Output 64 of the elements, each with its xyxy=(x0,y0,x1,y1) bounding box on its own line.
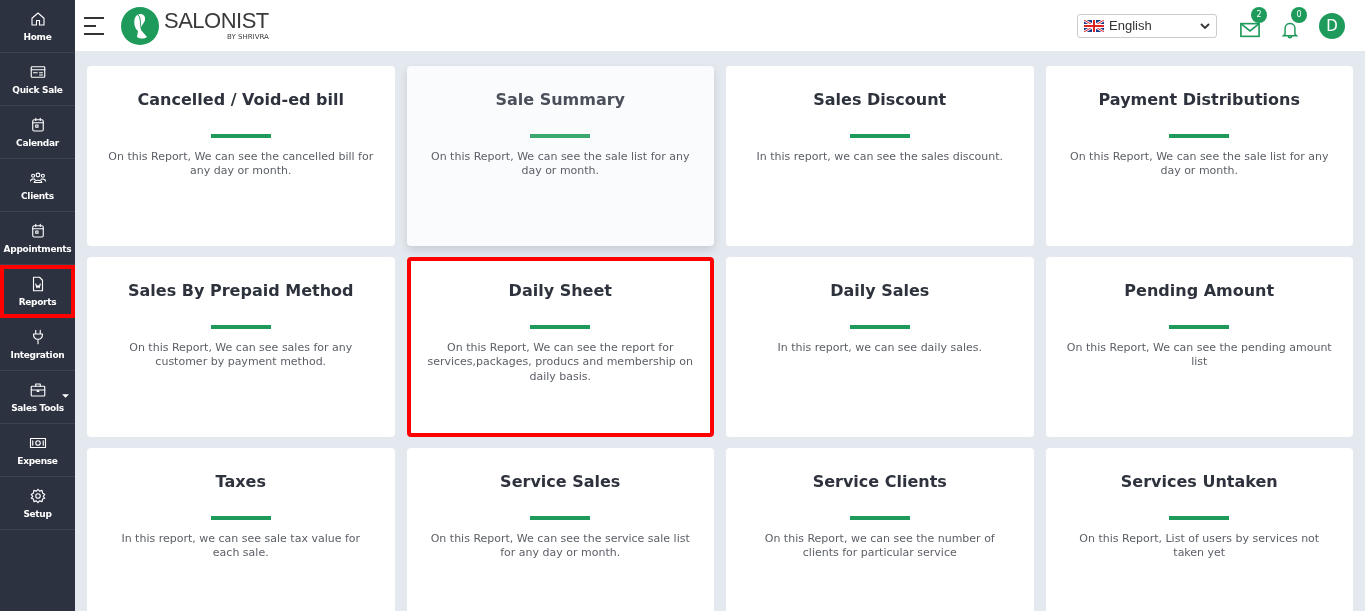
card-description: On this Report, we can see the number of clients for particular service xyxy=(763,532,996,561)
accent-bar xyxy=(210,134,271,138)
report-card[interactable]: Service Clients On this Report, we can see the number of clients for particular service xyxy=(726,448,1034,611)
report-card[interactable]: Cancelled / Void-ed bill On this Report, We can see the cancelled bill for any day or month. xyxy=(87,66,395,246)
accent-bar xyxy=(1169,516,1230,520)
card-title: Daily Sheet xyxy=(508,281,612,300)
report-card[interactable]: Daily Sales In this report, we can see daily sales. xyxy=(726,257,1034,437)
accent-bar xyxy=(210,325,271,329)
report-card[interactable]: Payment Distributions On this Report, We can see the sale list for any day or month. xyxy=(1045,66,1353,246)
report-card[interactable]: Pending Amount On this Report, We can see the pending amount list xyxy=(1045,257,1353,437)
card-description: In this report, we can see daily sales. xyxy=(777,341,982,356)
card-title: Sales By Prepaid Method xyxy=(128,281,354,300)
accent-bar xyxy=(1169,134,1230,138)
card-title: Services Untaken xyxy=(1120,472,1278,491)
report-card[interactable]: Services Untaken On this Report, List of users by services not taken yet xyxy=(1045,448,1353,611)
card-title: Sales Discount xyxy=(813,90,947,109)
accent-bar xyxy=(1169,325,1230,329)
accent-bar xyxy=(849,325,910,329)
card-description: In this report, we can see the sales discount. xyxy=(756,150,1003,165)
card-title: Cancelled / Void-ed bill xyxy=(137,90,344,109)
report-card[interactable]: Sales By Prepaid Method On this Report, We can see sales for any customer by payment method. xyxy=(87,257,395,437)
card-title: Service Clients xyxy=(812,472,947,491)
card-description: On this Report, We can see the sale list for any day or month. xyxy=(1069,150,1330,179)
card-description: In this report, we can see sale tax value for each sale. xyxy=(120,532,362,561)
report-card[interactable]: Taxes In this report, we can see sale tax value for each sale. xyxy=(87,448,395,611)
count-badge: 0 xyxy=(1291,6,1307,23)
report-card[interactable]: Daily Sheet On this Report, We can see the report for services,packages, producs and membership on daily basis. xyxy=(406,257,714,437)
chevron-icon xyxy=(1200,22,1210,29)
count-badge: 2 xyxy=(1251,6,1267,23)
language-select[interactable]: English xyxy=(1077,13,1217,38)
accent-bar xyxy=(530,134,591,138)
card-description: On this Report, We can see the pending amount list xyxy=(1065,341,1333,370)
home-icon xyxy=(28,10,47,28)
accent-bar xyxy=(849,516,910,520)
card-title: Payment Distributions xyxy=(1098,90,1300,109)
logo-wordmark: SALONIST xyxy=(164,10,269,32)
accent-bar xyxy=(530,325,591,329)
flag-icon xyxy=(1084,19,1104,32)
logo-icon xyxy=(120,5,160,46)
card-description: On this Report, We can see sales for any customer by payment method. xyxy=(128,341,354,370)
card-description: On this Report, We can see the sale list for any day or month. xyxy=(430,150,691,179)
notification-icon[interactable] xyxy=(1280,20,1300,39)
card-title: Service Sales xyxy=(500,472,621,491)
mail-icon[interactable] xyxy=(1240,20,1260,39)
briefcase-icon xyxy=(28,381,47,399)
card-title: Daily Sales xyxy=(830,281,930,300)
card-title: Pending Amount xyxy=(1124,281,1275,300)
card-description: On this Report, We can see the report for services,packages, producs and membership on daily basis. xyxy=(426,341,694,384)
menu-icon[interactable] xyxy=(84,16,104,35)
report-card[interactable]: Sale Summary On this Report, We can see the sale list for any day or month. xyxy=(406,66,714,246)
sidebar-item[interactable]: Reports xyxy=(0,265,75,318)
accent-bar xyxy=(210,516,271,520)
user-avatar[interactable]: D xyxy=(1319,12,1345,39)
settings-icon xyxy=(28,487,47,505)
report-card[interactable]: Sales Discount In this report, we can see the sales discount. xyxy=(726,66,1034,246)
card-title: Sale Summary xyxy=(495,90,626,109)
card-title: Taxes xyxy=(215,472,266,491)
card-description: On this Report, We can see the service sale list for any day or month. xyxy=(429,532,691,561)
accent-bar xyxy=(530,516,591,520)
register-icon xyxy=(28,63,47,81)
card-description: On this Report, List of users by services not taken yet xyxy=(1078,532,1321,561)
report-card[interactable]: Service Sales On this Report, We can see the service sale list for any day or month. xyxy=(406,448,714,611)
accent-bar xyxy=(849,134,910,138)
card-description: On this Report, We can see the cancelled bill for any day or month. xyxy=(107,150,375,179)
